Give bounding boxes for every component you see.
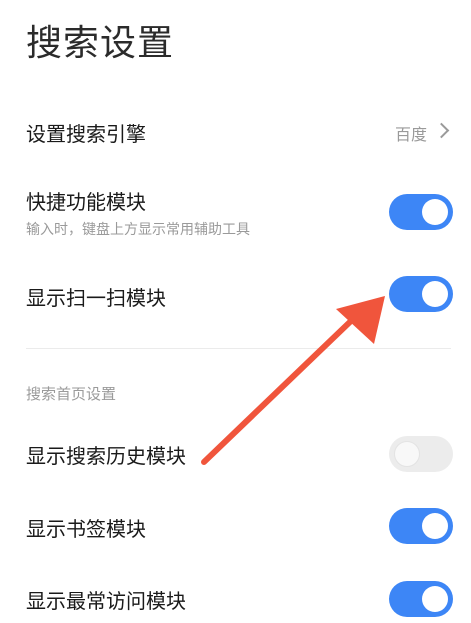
shortcut-module-label: 快捷功能模块 <box>26 190 146 214</box>
bookmark-module-toggle[interactable] <box>389 508 453 544</box>
most-visited-module-label: 显示最常访问模块 <box>26 589 186 613</box>
history-module-toggle[interactable] <box>389 436 453 472</box>
most-visited-module-row: 显示最常访问模块 <box>0 577 471 623</box>
page-title: 搜索设置 <box>26 23 175 64</box>
search-engine-value: 百度 <box>394 125 427 144</box>
bookmark-module-row: 显示书签模块 <box>0 505 471 551</box>
home-section-header: 搜索首页设置 <box>26 385 117 403</box>
section-divider <box>26 348 451 349</box>
history-module-label: 显示搜索历史模块 <box>26 444 186 468</box>
search-engine-label: 设置搜索引擎 <box>26 122 146 146</box>
search-engine-row[interactable]: 设置搜索引擎 百度 <box>0 108 471 154</box>
toggle-knob <box>394 441 420 467</box>
shortcut-module-description: 输入时，键盘上方显示常用辅助工具 <box>26 222 250 238</box>
toggle-knob <box>422 586 448 612</box>
history-module-row: 显示搜索历史模块 <box>0 432 471 478</box>
shortcut-module-toggle[interactable] <box>389 194 453 230</box>
bookmark-module-label: 显示书签模块 <box>26 517 146 541</box>
toggle-knob <box>422 199 448 225</box>
scan-module-row: 显示扫一扫模块 <box>0 272 471 318</box>
scan-module-label: 显示扫一扫模块 <box>26 286 166 310</box>
toggle-knob <box>422 513 448 539</box>
most-visited-module-toggle[interactable] <box>389 581 453 617</box>
scan-module-toggle[interactable] <box>389 276 453 312</box>
toggle-knob <box>422 281 448 307</box>
chevron-right-icon <box>433 122 450 139</box>
shortcut-module-row: 快捷功能模块 输入时，键盘上方显示常用辅助工具 <box>0 180 471 250</box>
